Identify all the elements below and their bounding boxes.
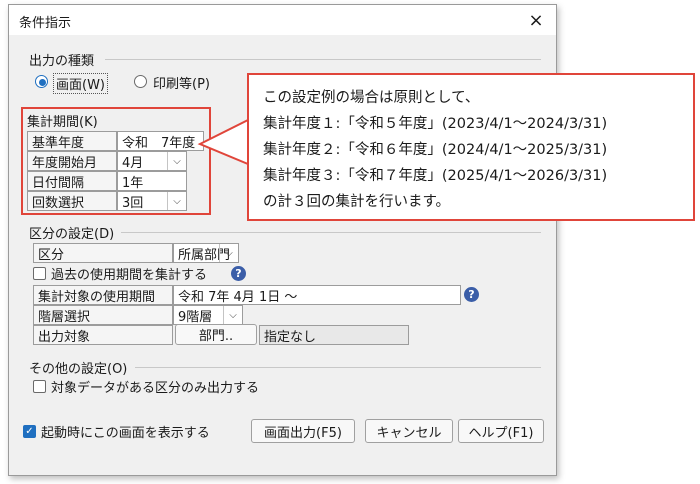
radio-print[interactable] bbox=[134, 75, 147, 88]
target-period-label: 集計対象の使用期間 bbox=[33, 285, 173, 305]
base-year-label: 基準年度 bbox=[27, 131, 117, 151]
callout-line: 集計年度１:「令和５年度」(2023/4/1～2024/3/31) bbox=[263, 116, 608, 132]
only-data-label: 対象データがある区分のみ出力する bbox=[51, 381, 260, 396]
level-value: 9階層 bbox=[178, 309, 213, 325]
target-period-field[interactable]: 令和 7年 4月 1日 ～ bbox=[173, 285, 461, 305]
division-legend: 区分の設定(D) bbox=[29, 227, 115, 242]
group-divider bbox=[121, 232, 541, 233]
count-value: 3回 bbox=[122, 195, 144, 211]
chevron-down-icon: ⌵ bbox=[219, 244, 238, 262]
past-period-checkbox[interactable] bbox=[33, 267, 46, 280]
count-label: 回数選択 bbox=[27, 191, 117, 211]
startup-label: 起動時にこの画面を表示する bbox=[41, 426, 210, 441]
past-period-label: 過去の使用期間を集計する bbox=[51, 268, 208, 283]
date-interval-label: 日付間隔 bbox=[27, 171, 117, 191]
output-target-label: 出力対象 bbox=[33, 325, 173, 345]
kubun-select[interactable]: 所属部門 ⌵ bbox=[173, 243, 239, 263]
start-month-label: 年度開始月 bbox=[27, 151, 117, 171]
callout-line: 集計年度３:「令和７年度」(2025/4/1～2026/3/31) bbox=[263, 168, 608, 184]
close-button[interactable]: × bbox=[519, 7, 553, 33]
cancel-button[interactable]: キャンセル bbox=[365, 419, 453, 443]
help-icon[interactable]: ? bbox=[231, 266, 246, 281]
callout-pointer bbox=[197, 118, 251, 166]
screen-output-button[interactable]: 画面出力(F5) bbox=[251, 419, 355, 443]
annotation-callout: この設定例の場合は原則として、 集計年度１:「令和５年度」(2023/4/1～2… bbox=[247, 73, 695, 221]
chevron-down-icon: ⌵ bbox=[167, 192, 186, 210]
dept-button[interactable]: 部門.. bbox=[175, 324, 257, 345]
callout-line: の計３回の集計を行います。 bbox=[263, 194, 451, 210]
output-type-legend: 出力の種類 bbox=[29, 54, 95, 69]
other-legend: その他の設定(O) bbox=[29, 362, 128, 377]
group-divider bbox=[105, 59, 541, 60]
kubun-label: 区分 bbox=[33, 243, 173, 263]
callout-line: この設定例の場合は原則として、 bbox=[263, 90, 480, 106]
period-legend: 集計期間(K) bbox=[27, 115, 98, 130]
radio-print-label[interactable]: 印刷等(P) bbox=[153, 73, 210, 92]
output-target-value: 指定なし bbox=[259, 325, 409, 345]
help-icon[interactable]: ? bbox=[464, 287, 479, 302]
level-label: 階層選択 bbox=[33, 305, 173, 325]
start-month-select[interactable]: 4月 ⌵ bbox=[117, 151, 187, 171]
radio-screen-label[interactable]: 画面(W) bbox=[53, 73, 108, 94]
close-icon: × bbox=[528, 9, 544, 31]
start-month-value: 4月 bbox=[122, 155, 144, 171]
count-select[interactable]: 3回 ⌵ bbox=[117, 191, 187, 211]
group-divider bbox=[135, 367, 541, 368]
level-select[interactable]: 9階層 ⌵ bbox=[173, 305, 243, 325]
only-data-checkbox[interactable] bbox=[33, 380, 46, 393]
date-interval-field[interactable]: 1年 bbox=[117, 171, 187, 191]
chevron-down-icon: ⌵ bbox=[223, 306, 242, 324]
radio-screen[interactable] bbox=[35, 75, 48, 88]
callout-line: 集計年度２:「令和６年度」(2024/4/1～2025/3/31) bbox=[263, 142, 608, 158]
title-bar: 条件指示 × bbox=[9, 5, 556, 35]
chevron-down-icon: ⌵ bbox=[167, 152, 186, 170]
help-button[interactable]: ヘルプ(F1) bbox=[458, 419, 544, 443]
base-year-field[interactable]: 令和 7年度 bbox=[117, 131, 204, 151]
startup-checkbox[interactable]: ✓ bbox=[23, 425, 36, 438]
dialog-title: 条件指示 bbox=[19, 16, 72, 31]
